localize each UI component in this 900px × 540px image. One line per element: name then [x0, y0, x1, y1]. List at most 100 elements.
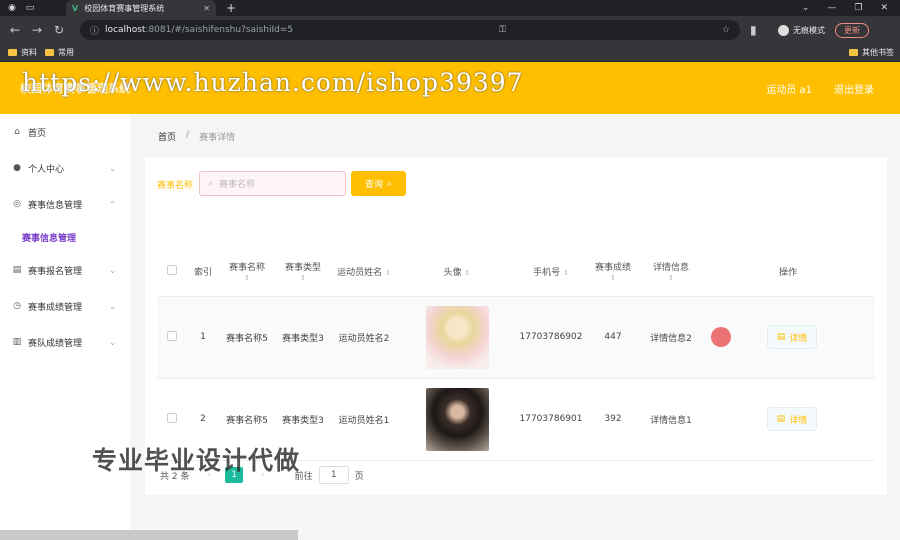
detail-button[interactable]: ▤ 详情 — [767, 325, 817, 349]
address-bar[interactable]: ⓘ localhost:8081/#/saishifenshu?saishiId… — [80, 20, 740, 40]
close-window-icon[interactable]: ✕ — [880, 3, 888, 13]
cell-actions: ▤ 详情 — [701, 378, 875, 461]
browser-tab[interactable]: V 校园体育赛事管理系统 ✕ — [66, 0, 216, 16]
column-header[interactable]: 赛事名称 ⇕ — [219, 248, 275, 297]
column-header[interactable]: 赛事成绩 ⇕ — [585, 248, 641, 297]
bookmark-folder[interactable]: 常用 — [45, 47, 74, 58]
sidebar-subitem-event-info[interactable]: 赛事信息管理 — [0, 222, 130, 252]
table-header-row: 索引 赛事名称 ⇕ 赛事类型 ⇕ 运动员姓名 ⇕ 头像 ⇕ 手机号 ⇕ 赛事成绩 ⇕ … — [157, 248, 875, 297]
restore-icon[interactable]: ❐ — [854, 3, 862, 13]
goto-page-input[interactable]: 1 — [318, 466, 349, 484]
sort-icon[interactable]: ⇕ — [385, 269, 391, 277]
sort-icon[interactable]: ⇕ — [668, 274, 674, 282]
detail-button[interactable]: ▤ 详情 — [767, 407, 817, 431]
cell-avatar — [397, 378, 517, 461]
url-path: :8081/#/saishifenshu?saishiId=5 — [145, 25, 294, 35]
cell-index: 1 — [187, 296, 219, 379]
document-icon: ▤ — [776, 332, 786, 342]
info-icon[interactable]: ⓘ — [90, 24, 99, 37]
column-header-label: 赛事成绩 — [594, 263, 631, 274]
url-host: localhost — [105, 25, 146, 35]
sidebar-item-registration[interactable]: ▤ 赛事报名管理 ⌄ — [0, 252, 130, 288]
list-icon: ▤ — [12, 265, 22, 275]
sort-icon[interactable]: ⇕ — [465, 269, 471, 277]
bookmark-label: 资料 — [21, 48, 37, 57]
column-header-label: 赛事类型 — [284, 263, 321, 274]
new-tab-icon[interactable]: + — [226, 1, 236, 15]
sidebar-item-event-info[interactable]: ◎ 赛事信息管理 ⌃ — [0, 186, 130, 222]
folder-icon — [849, 49, 858, 56]
sidebar-item-label: 赛事成绩管理 — [28, 302, 83, 313]
sidepanel-icon[interactable]: ▮ — [750, 23, 762, 37]
browser-tab-bar: ◉ ▭ V 校园体育赛事管理系统 ✕ + ⌄ — ❐ ✕ — [0, 0, 900, 16]
cell-avatar — [397, 296, 517, 379]
close-icon[interactable]: ✕ — [203, 4, 210, 13]
reload-icon[interactable]: ↻ — [54, 23, 66, 37]
incognito-indicator[interactable]: 无痕模式 — [778, 24, 825, 36]
row-checkbox-cell[interactable] — [157, 296, 187, 379]
column-header[interactable]: 运动员姓名 ⇕ — [331, 248, 397, 297]
chevron-down-icon: ⌄ — [109, 265, 116, 275]
sidebar-item-label: 赛事报名管理 — [28, 266, 83, 277]
chevron-down-icon[interactable]: ⌄ — [802, 3, 810, 13]
promo-watermark: 专业毕业设计代做 — [92, 446, 301, 475]
column-header[interactable]: 头像 ⇕ — [397, 248, 517, 297]
globe-icon[interactable]: ◉ — [6, 2, 18, 14]
cell-score: 392 — [585, 378, 641, 461]
chevron-down-icon: ⌄ — [109, 337, 116, 347]
column-header[interactable]: 手机号 ⇕ — [517, 248, 585, 297]
sidebar-item-results[interactable]: ◷ 赛事成绩管理 ⌄ — [0, 288, 130, 324]
folder-icon — [8, 49, 17, 56]
column-header[interactable]: 详情信息 ⇕ — [641, 248, 701, 297]
search-input[interactable]: ⌕ 赛事名称 — [199, 171, 346, 196]
cell-phone: 17703786901 — [517, 378, 585, 461]
sidebar-item-label: 个人中心 — [28, 164, 65, 175]
column-header[interactable]: 赛事类型 ⇕ — [275, 248, 331, 297]
sidebar-item-team-results[interactable]: ▥ 赛队成绩管理 ⌄ — [0, 324, 130, 360]
data-table: 索引 赛事名称 ⇕ 赛事类型 ⇕ 运动员姓名 ⇕ 头像 ⇕ 手机号 ⇕ 赛事成绩 ⇕ … — [157, 248, 875, 461]
avatar[interactable] — [425, 387, 489, 451]
select-all-cell[interactable] — [157, 248, 187, 297]
breadcrumb-home[interactable]: 首页 — [158, 130, 176, 143]
window-icon[interactable]: ▭ — [24, 2, 36, 14]
star-icon[interactable]: ☆ — [722, 25, 730, 35]
logout-link[interactable]: 退出登录 — [834, 81, 874, 96]
sort-icon[interactable]: ⇕ — [563, 269, 569, 277]
sort-icon[interactable]: ⇕ — [244, 274, 250, 282]
column-header: 操作 — [701, 248, 875, 297]
table-row: 1 赛事名称5 赛事类型3 运动员姓名2 17703786902 447 详情信… — [157, 296, 875, 379]
query-button-label: 查询 — [364, 180, 383, 190]
sort-icon[interactable]: ⇕ — [300, 274, 306, 282]
other-bookmarks[interactable]: 其他书签 — [849, 47, 894, 58]
column-header-label: 头像 — [443, 268, 462, 279]
sidebar-item-profile[interactable]: ● 个人中心 ⌄ — [0, 150, 130, 186]
avatar[interactable] — [425, 305, 489, 369]
column-header-label: 详情信息 — [652, 263, 689, 274]
chevron-down-icon: ⌄ — [109, 163, 116, 173]
search-placeholder: 赛事名称 — [219, 180, 256, 190]
sidebar-item-label: 赛队成绩管理 — [28, 338, 83, 349]
row-checkbox[interactable] — [167, 330, 177, 341]
cell-info: 详情信息2 — [641, 296, 701, 379]
bookmarks-bar: 资料 常用 其他书签 — [0, 44, 900, 62]
sidebar-item-label: 赛事信息管理 — [28, 200, 83, 211]
search-icon: ⌕ — [208, 178, 214, 189]
row-checkbox[interactable] — [167, 412, 177, 423]
page-unit-label: 页 — [354, 471, 364, 482]
incognito-icon — [778, 24, 789, 36]
select-all-checkbox[interactable] — [167, 265, 177, 276]
update-button[interactable]: 更新 — [835, 22, 869, 38]
status-bar — [0, 530, 298, 540]
key-icon[interactable]: ⚿ — [499, 25, 506, 35]
cell-event-type: 赛事类型3 — [275, 296, 331, 379]
cell-athlete: 运动员姓名1 — [331, 378, 397, 461]
detail-button-label: 详情 — [789, 415, 808, 426]
sidebar-item-home[interactable]: ⌂ 首页 — [0, 114, 130, 150]
bookmark-folder[interactable]: 资料 — [8, 47, 37, 58]
sort-icon[interactable]: ⇕ — [610, 274, 616, 282]
back-icon[interactable]: ← — [10, 23, 22, 37]
user-label[interactable]: 运动员 a1 — [766, 81, 812, 96]
minimize-icon[interactable]: — — [827, 3, 836, 13]
query-button[interactable]: 查询 ⌕ — [351, 171, 406, 196]
forward-icon[interactable]: → — [32, 23, 44, 37]
